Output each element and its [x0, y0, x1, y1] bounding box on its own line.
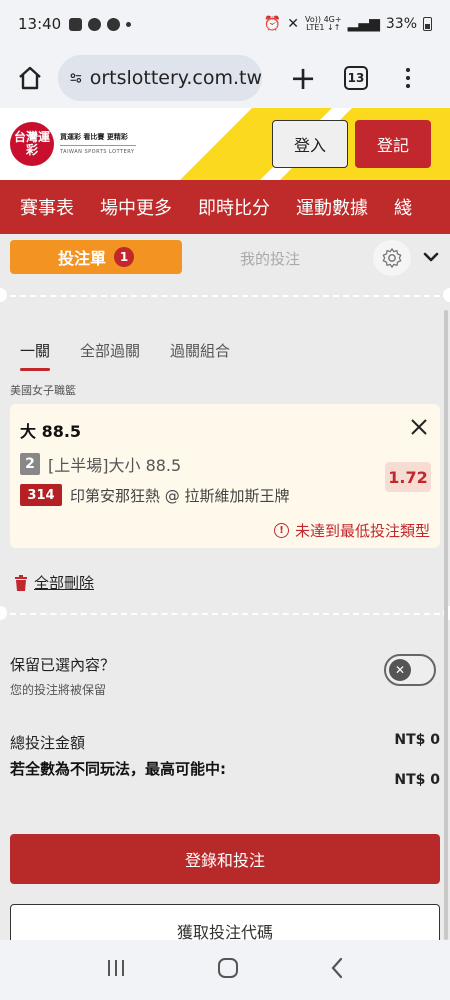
keep-selection-title: 保留已選內容？: [10, 656, 116, 674]
site-settings-icon[interactable]: [70, 68, 82, 88]
tab-parlay-combo[interactable]: 過關組合: [170, 340, 230, 361]
browser-menu-icon[interactable]: [406, 68, 410, 88]
status-time: 13:40: [18, 15, 62, 33]
keep-selection-toggle[interactable]: ✕: [384, 654, 436, 686]
delete-all-button[interactable]: 全部刪除: [14, 572, 94, 593]
home-button-icon[interactable]: [217, 957, 239, 983]
url-text: ortslottery.com.tw: [89, 67, 262, 89]
address-bar[interactable]: ortslottery.com.tw: [58, 55, 262, 101]
toggle-off-icon: ✕: [389, 659, 411, 681]
league-label: 美國女子職籃: [10, 384, 76, 397]
warning-message: ! 未達到最低投注類型: [273, 520, 430, 541]
market-number: 2: [20, 453, 40, 475]
keep-selection-section: 保留已選內容？ 您的投注將被保留: [10, 654, 115, 698]
gallery-notification-icon: [69, 17, 83, 31]
odds-value: 1.72: [385, 462, 431, 492]
login-button[interactable]: 登入: [272, 120, 348, 168]
keep-selection-subtitle: 您的投注將被保留: [10, 683, 107, 697]
match-row: 314 印第安那狂熱 @ 拉斯維加斯王牌: [20, 484, 290, 506]
battery-icon: [423, 17, 432, 31]
tab-single[interactable]: 一關: [20, 340, 51, 371]
tab-all-parlay[interactable]: 全部過關: [80, 340, 140, 361]
register-button[interactable]: 登記: [355, 120, 431, 168]
total-stake-label: 總投注金額: [10, 734, 86, 752]
alert-icon: !: [273, 523, 289, 538]
notification-icons: [69, 17, 121, 31]
total-stake-value: NT$ 0: [394, 732, 440, 748]
system-nav-bar: [0, 940, 450, 1000]
tab-switcher-button[interactable]: 13: [344, 66, 368, 90]
recent-apps-icon[interactable]: [105, 958, 127, 982]
status-right: ⏰ ✕ Vo)) 4G+ LTE1 ↓↑ ▂▄▆ 33%: [264, 16, 432, 32]
back-icon[interactable]: [329, 957, 345, 983]
nav-item-in-play[interactable]: 場中更多: [100, 194, 172, 220]
nav-item-more[interactable]: 綫: [394, 194, 412, 220]
divider-2: [0, 613, 450, 615]
place-bet-button[interactable]: 登錄和投注: [10, 834, 440, 884]
divider: [0, 295, 450, 297]
nav-item-schedule[interactable]: 賽事表: [20, 194, 74, 220]
mute-icon: ✕: [287, 16, 300, 32]
bet-type-tabs: 一關 全部過關 過關組合: [20, 340, 230, 371]
bet-count-badge: 1: [114, 247, 134, 267]
scrollbar[interactable]: [444, 310, 448, 940]
site-header: 台灣運彩 買運彩 看比賽 更精彩 TAIWAN SPORTS LOTTERY 登…: [0, 108, 450, 180]
match-name: 印第安那狂熱 @ 拉斯維加斯王牌: [70, 486, 290, 505]
max-win-label: 若全數為不同玩法，最高可能中:: [10, 760, 227, 778]
signal-icon: ▂▄▆: [347, 16, 380, 32]
alarm-icon: ⏰: [263, 16, 282, 32]
bet-slip-panel: 投注單 1 我的投注 一關 全部過關 過關組合 美國女子職籃 大 88.5 2 …: [0, 234, 450, 940]
tab-my-bets[interactable]: 我的投注: [240, 248, 300, 269]
main-nav: 賽事表 場中更多 即時比分 運動數據 綫: [0, 180, 450, 234]
chevron-down-icon[interactable]: [422, 248, 440, 270]
market-row: 2 [上半場]大小 88.5: [20, 452, 181, 476]
nav-item-sports-data[interactable]: 運動數據: [296, 194, 368, 220]
site-logo[interactable]: 台灣運彩: [10, 122, 54, 166]
bet-selection-card: 大 88.5 2 [上半場]大小 88.5 314 印第安那狂熱 @ 拉斯維加斯…: [10, 404, 440, 548]
tab-bet-slip[interactable]: 投注單 1: [10, 240, 182, 274]
browser-toolbar: ortslottery.com.tw + 13: [0, 48, 450, 108]
max-win-value: NT$ 0: [394, 772, 440, 788]
status-bar: 13:40 ⏰ ✕ Vo)) 4G+ LTE1 ↓↑ ▂▄▆ 33%: [0, 0, 450, 48]
close-icon[interactable]: [410, 418, 428, 440]
nav-item-live-score[interactable]: 即時比分: [198, 194, 270, 220]
bet-slip-header: 投注單 1 我的投注: [0, 234, 450, 294]
selection-name: 大 88.5: [20, 422, 82, 441]
battery-percent: 33%: [385, 16, 417, 32]
logo-tagline: 買運彩 看比賽 更精彩 TAIWAN SPORTS LOTTERY: [60, 133, 136, 155]
game-code: 314: [20, 484, 62, 506]
app-notification-icon: [88, 17, 102, 31]
network-indicator: Vo)) 4G+ LTE1 ↓↑: [305, 15, 342, 32]
home-icon[interactable]: [12, 60, 48, 96]
more-notifications-dot: [126, 21, 132, 27]
trash-icon: [15, 574, 27, 591]
gear-icon[interactable]: [373, 240, 411, 276]
app-notification-icon-2: [107, 17, 121, 31]
get-bet-code-button[interactable]: 獲取投注代碼: [10, 904, 440, 940]
market-name: [上半場]大小 88.5: [48, 456, 182, 475]
new-tab-icon[interactable]: +: [288, 59, 318, 97]
